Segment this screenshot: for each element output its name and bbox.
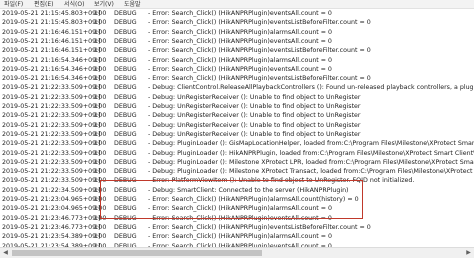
menu-help[interactable]: 도움말 — [124, 0, 141, 9]
menu-file[interactable]: 파일(F) — [4, 0, 23, 9]
menu-format[interactable]: 서식(O) — [64, 0, 84, 9]
scroll-right-icon[interactable]: ▶ — [463, 248, 474, 258]
scrollbar-thumb[interactable] — [12, 250, 262, 256]
menu-edit[interactable]: 편집(E) — [34, 0, 54, 9]
scroll-left-icon[interactable]: ◀ — [0, 248, 11, 258]
horizontal-scrollbar[interactable]: ◀ ▶ — [0, 247, 474, 258]
menu-view[interactable]: 보기(V) — [94, 0, 114, 9]
log-text-area[interactable]: 2019-05-21 21:15:45.803+09:00 1] DEBUG - Er… — [0, 9, 474, 247]
menu-bar: 파일(F) 편집(E) 서식(O) 보기(V) 도움말 — [0, 0, 474, 9]
